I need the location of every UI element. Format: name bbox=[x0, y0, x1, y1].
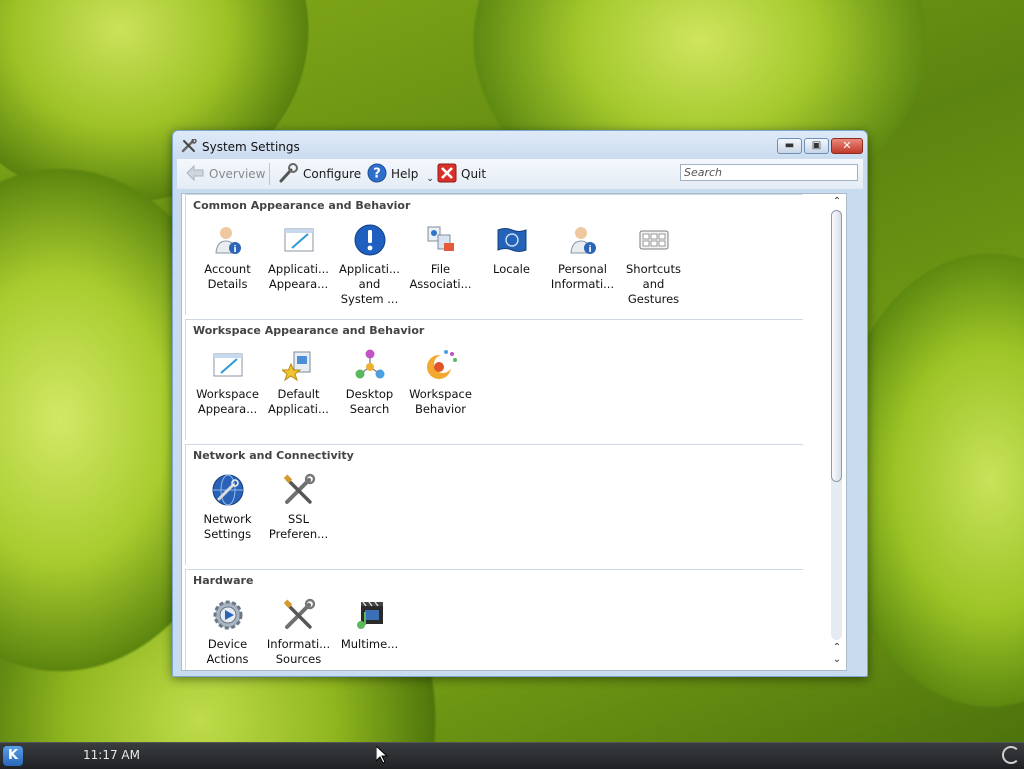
section-title: Workspace Appearance and Behavior bbox=[193, 324, 425, 337]
module-workspace-appearance[interactable]: Workspace Appeara... bbox=[192, 344, 263, 417]
module-label: Network Settings bbox=[203, 512, 252, 541]
module-multimedia[interactable]: Multime... bbox=[334, 594, 405, 652]
module-label: File Associati... bbox=[409, 262, 472, 291]
module-label: Personal Informati... bbox=[550, 262, 615, 291]
desktop-search-icon bbox=[353, 348, 387, 382]
clock[interactable]: 11:17 AM bbox=[83, 748, 140, 762]
module-information-sources[interactable]: Informati... Sources bbox=[263, 594, 334, 667]
window-title: System Settings bbox=[202, 140, 300, 154]
chevron-down-icon[interactable]: ⌄ bbox=[426, 174, 434, 184]
section-title: Hardware bbox=[193, 574, 254, 587]
module-label: Desktop Search bbox=[345, 387, 394, 416]
module-label: Workspace Appeara... bbox=[196, 387, 259, 416]
network-globe-icon bbox=[211, 473, 245, 507]
information-sources-icon bbox=[282, 598, 316, 632]
minimize-icon: ▬ bbox=[784, 140, 795, 151]
account-details-icon: i bbox=[211, 223, 245, 257]
quit-label: Quit bbox=[461, 167, 487, 181]
module-label: Default Applicati... bbox=[268, 387, 329, 416]
device-actions-icon bbox=[211, 598, 245, 632]
section-common-appearance: Common Appearance and Behavior i Account… bbox=[185, 194, 803, 315]
module-label: Multime... bbox=[340, 637, 399, 651]
power-icon[interactable] bbox=[1002, 746, 1020, 764]
module-network-settings[interactable]: Network Settings bbox=[192, 469, 263, 542]
module-default-applications[interactable]: Default Applicati... bbox=[263, 344, 334, 417]
close-button[interactable]: ✕ bbox=[831, 138, 863, 154]
module-label: Account Details bbox=[204, 262, 251, 291]
scroll-up-icon[interactable]: ⌃ bbox=[830, 642, 844, 654]
back-arrow-icon bbox=[185, 164, 205, 185]
quit-button[interactable]: Quit bbox=[437, 163, 486, 185]
section-network-connectivity: Network and Connectivity Network Setting… bbox=[185, 444, 803, 565]
section-workspace-appearance: Workspace Appearance and Behavior Worksp… bbox=[185, 319, 803, 440]
title-bar[interactable]: System Settings ▬ ▣ ✕ bbox=[173, 131, 867, 159]
maximize-button[interactable]: ▣ bbox=[804, 138, 829, 154]
locale-flag-icon bbox=[495, 223, 529, 257]
vertical-scrollbar[interactable]: ⌃ ⌃ ⌄ bbox=[830, 196, 844, 668]
module-label: SSL Preferen... bbox=[268, 512, 329, 541]
help-button[interactable]: ? Help ⌄ bbox=[367, 163, 434, 185]
ssl-tools-icon bbox=[282, 473, 316, 507]
help-icon: ? bbox=[367, 163, 387, 186]
minimize-button[interactable]: ▬ bbox=[777, 138, 802, 154]
section-hardware: Hardware Device Actions Informati... Sou… bbox=[185, 569, 803, 670]
modules-view: Common Appearance and Behavior i Account… bbox=[181, 193, 847, 671]
file-associations-icon bbox=[424, 223, 458, 257]
module-label: Locale bbox=[493, 262, 530, 276]
maximize-icon: ▣ bbox=[811, 140, 822, 151]
default-applications-icon bbox=[280, 348, 316, 382]
configure-button[interactable]: Configure bbox=[277, 162, 362, 186]
tools-icon bbox=[181, 138, 197, 156]
module-file-associations[interactable]: File Associati... bbox=[405, 219, 476, 292]
module-label: Informati... Sources bbox=[266, 637, 331, 666]
mouse-cursor-icon bbox=[375, 744, 389, 764]
toolbar: Overview Configure ? Help ⌄ Quit bbox=[177, 159, 863, 189]
quit-icon bbox=[437, 163, 457, 186]
taskbar: K 11:17 AM bbox=[0, 742, 1024, 769]
system-settings-window: System Settings ▬ ▣ ✕ Overview Configure… bbox=[172, 130, 868, 677]
application-appearance-icon bbox=[282, 223, 316, 257]
toolbar-separator bbox=[269, 163, 270, 185]
scrollbar-thumb[interactable] bbox=[831, 210, 842, 482]
module-account-details[interactable]: i Account Details bbox=[192, 219, 263, 292]
module-application-appearance[interactable]: Applicati... Appeara... bbox=[263, 219, 334, 292]
svg-text:i: i bbox=[233, 245, 236, 255]
scroll-down-icon[interactable]: ⌄ bbox=[830, 654, 844, 666]
module-notifications[interactable]: Applicati... and System ... bbox=[334, 219, 405, 307]
personal-information-icon: i bbox=[566, 223, 600, 257]
close-icon: ✕ bbox=[842, 139, 852, 152]
module-label: Device Actions bbox=[206, 637, 249, 666]
overview-button[interactable]: Overview bbox=[185, 163, 266, 185]
module-label: Workspace Behavior bbox=[409, 387, 472, 416]
module-label: Applicati... Appeara... bbox=[268, 262, 329, 291]
overview-label: Overview bbox=[209, 167, 266, 181]
module-device-actions[interactable]: Device Actions bbox=[192, 594, 263, 667]
module-ssl-preferences[interactable]: SSL Preferen... bbox=[263, 469, 334, 542]
module-label: Shortcuts and Gestures bbox=[626, 262, 681, 306]
svg-text:?: ? bbox=[373, 166, 381, 181]
help-label: Help bbox=[391, 167, 419, 181]
module-workspace-behavior[interactable]: Workspace Behavior bbox=[405, 344, 476, 417]
keyboard-shortcuts-icon bbox=[637, 223, 671, 257]
scrollbar-track[interactable] bbox=[831, 210, 842, 640]
module-locale[interactable]: Locale bbox=[476, 219, 547, 277]
scroll-up-icon[interactable]: ⌃ bbox=[830, 196, 844, 208]
workspace-appearance-icon bbox=[211, 348, 245, 382]
kde-menu-icon[interactable]: K bbox=[3, 746, 23, 766]
configure-label: Configure bbox=[303, 167, 362, 181]
workspace-behavior-icon bbox=[424, 348, 458, 382]
search-input[interactable] bbox=[680, 164, 858, 181]
multimedia-icon bbox=[353, 598, 387, 632]
module-desktop-search[interactable]: Desktop Search bbox=[334, 344, 405, 417]
module-label: Applicati... and System ... bbox=[339, 262, 400, 306]
notifications-icon bbox=[353, 223, 387, 257]
svg-text:i: i bbox=[588, 245, 591, 255]
section-title: Common Appearance and Behavior bbox=[193, 199, 411, 212]
module-personal-information[interactable]: i Personal Informati... bbox=[547, 219, 618, 292]
wrench-icon bbox=[277, 162, 299, 186]
module-shortcuts-gestures[interactable]: Shortcuts and Gestures bbox=[618, 219, 689, 307]
section-title: Network and Connectivity bbox=[193, 449, 354, 462]
